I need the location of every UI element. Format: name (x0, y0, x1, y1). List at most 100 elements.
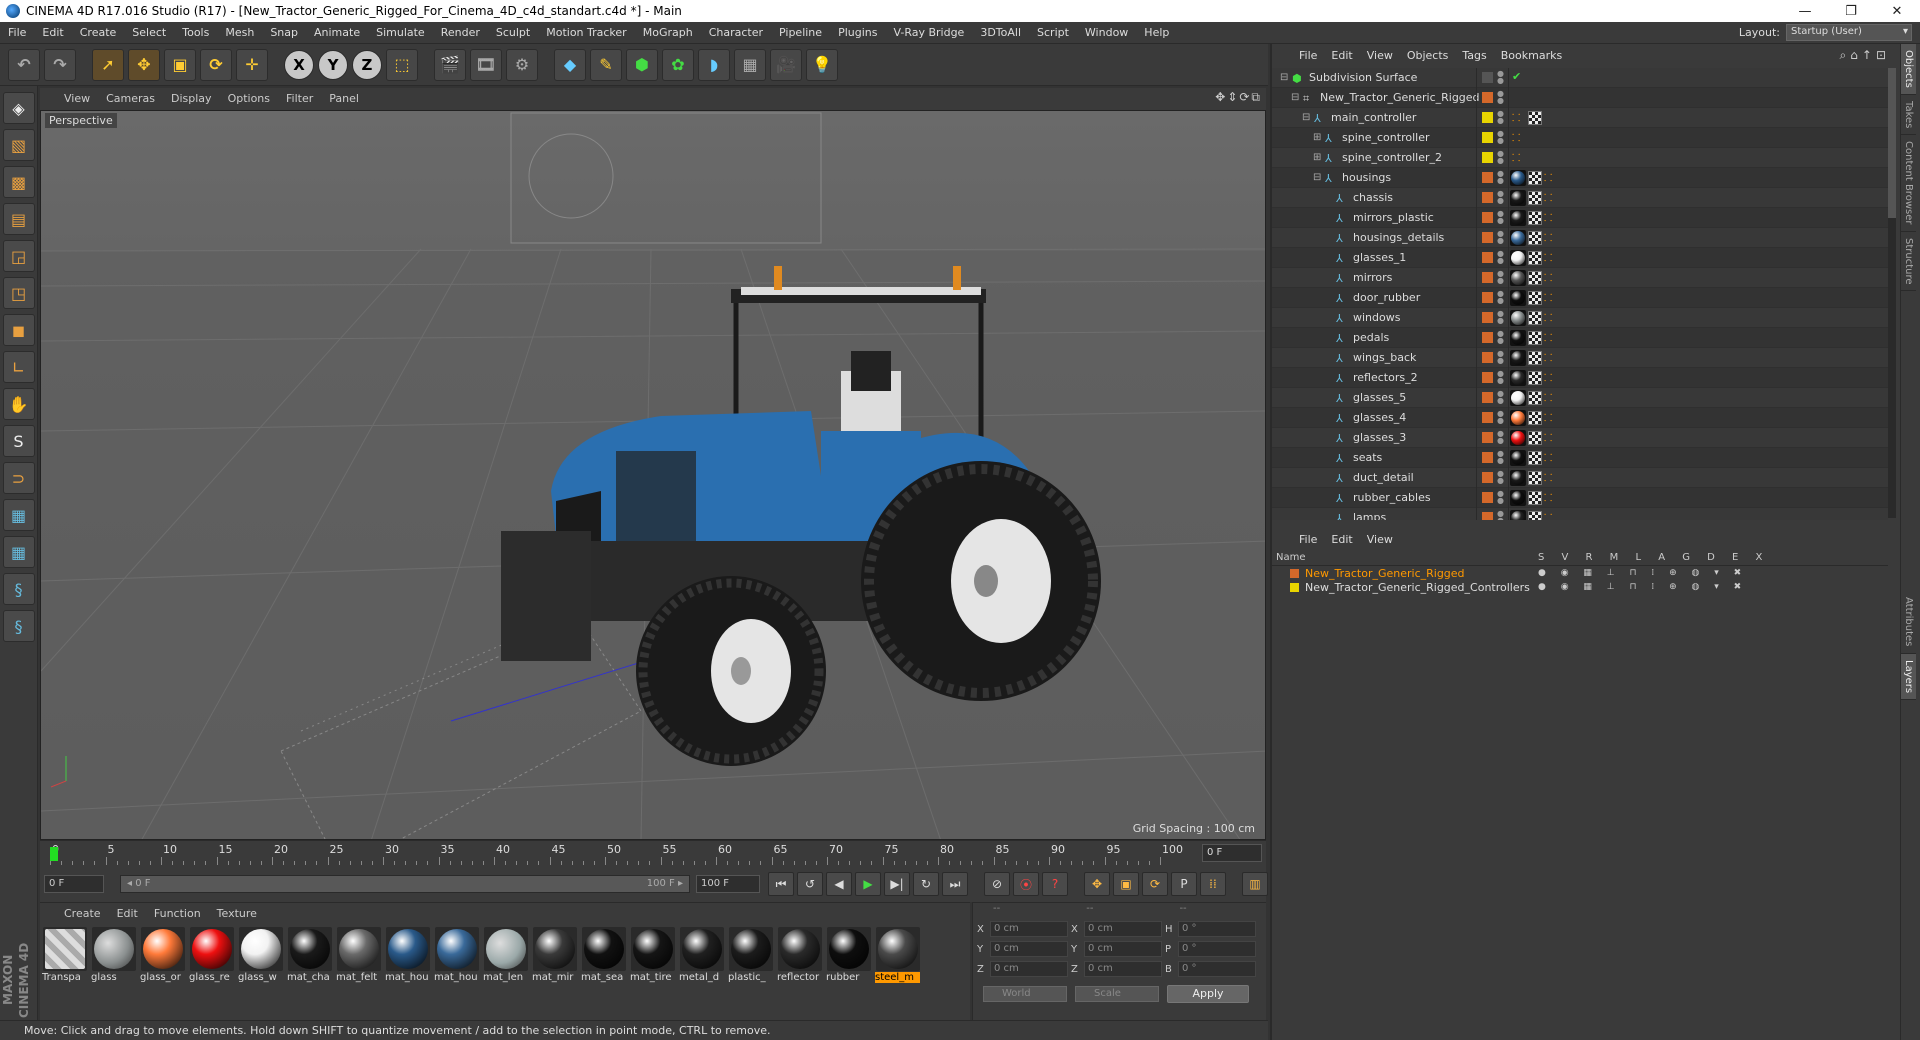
weight-tag-icon[interactable]: ⸬ (1544, 350, 1552, 364)
next-key-icon[interactable]: ↻ (913, 872, 939, 896)
object-menu-edit[interactable]: Edit (1324, 49, 1359, 62)
uvw-tag-icon[interactable] (1528, 271, 1542, 285)
play-icon[interactable]: ▶ (855, 872, 881, 896)
layer-menu-file[interactable]: File (1292, 533, 1324, 546)
visibility-dots[interactable]: ● ● (1497, 370, 1504, 385)
layer-color-swatch[interactable] (1482, 272, 1493, 283)
layer-color-swatch[interactable] (1482, 252, 1493, 263)
weight-tag-icon[interactable]: ⸬ (1544, 370, 1552, 384)
axis-mode-icon[interactable]: ∟ (2, 351, 35, 383)
layer-color-swatch[interactable] (1482, 72, 1493, 83)
object-menu-objects[interactable]: Objects (1400, 49, 1456, 62)
coord-value-field[interactable]: 0 ° (1178, 961, 1256, 977)
go-to-start-icon[interactable]: ⏮ (768, 872, 794, 896)
prev-key-icon[interactable]: ↺ (797, 872, 823, 896)
key-pla-icon[interactable]: ⁞⁞ (1200, 872, 1226, 896)
menu-mograph[interactable]: MoGraph (635, 26, 701, 39)
object-row[interactable]: ⊟ ⅄ housings ● ● ⸬ (1272, 168, 1888, 188)
uvw-tag-icon[interactable] (1528, 491, 1542, 505)
menu-script[interactable]: Script (1029, 26, 1077, 39)
visibility-dots[interactable]: ● ● (1497, 110, 1504, 125)
material-tag-icon[interactable] (1510, 230, 1526, 246)
layer-menu-edit[interactable]: Edit (1324, 533, 1359, 546)
coord-value-field[interactable]: 0 cm (1084, 961, 1162, 977)
material-tag-icon[interactable] (1510, 470, 1526, 486)
object-row[interactable]: ⅄ pedals ● ● ⸬ (1272, 328, 1888, 348)
ik-tag-icon[interactable]: ⸬ (1512, 130, 1520, 144)
layer-color-swatch[interactable] (1482, 172, 1493, 183)
texture-tag-icon[interactable] (1528, 111, 1542, 125)
visibility-dots[interactable]: ● ● (1497, 130, 1504, 145)
weight-tag-icon[interactable]: ⸬ (1544, 210, 1552, 224)
weight-tag-icon[interactable]: ⸬ (1544, 310, 1552, 324)
object-menu-view[interactable]: View (1360, 49, 1400, 62)
weight-tag-icon[interactable]: ⸬ (1544, 170, 1552, 184)
move-tool-icon[interactable]: ✥ (128, 48, 160, 81)
material-swatch[interactable]: Transpa (42, 927, 87, 983)
python-script-icon[interactable]: § (2, 610, 35, 642)
weight-tag-icon[interactable]: ⸬ (1544, 330, 1552, 344)
visibility-dots[interactable]: ● ● (1497, 170, 1504, 185)
timeline-window-icon[interactable]: ▥ (1242, 872, 1268, 896)
layer-color-swatch[interactable] (1482, 492, 1493, 503)
ik-tag-icon[interactable]: ⸬ (1512, 110, 1520, 124)
object-row[interactable]: ⅄ duct_detail ● ● ⸬ (1272, 468, 1888, 488)
menu-plugins[interactable]: Plugins (830, 26, 885, 39)
material-tag-icon[interactable] (1510, 350, 1526, 366)
visibility-dots[interactable]: ● ● (1497, 210, 1504, 225)
visibility-dots[interactable]: ● ● (1497, 250, 1504, 265)
layer-flag-icons[interactable]: ● ◉ ▦ ⊥ ⊓ ⁞ ⊕ ◍ ▾ ✖ (1538, 582, 1747, 592)
edges-mode-icon[interactable]: ◳ (2, 277, 35, 309)
object-menu-tags[interactable]: Tags (1455, 49, 1493, 62)
rotate-tool-icon[interactable]: ⟳ (200, 48, 232, 81)
material-swatch[interactable]: mat_mir (532, 927, 577, 983)
visibility-dots[interactable]: ● ● (1497, 390, 1504, 405)
x-axis-icon[interactable]: X (284, 49, 314, 80)
weight-tag-icon[interactable]: ⸬ (1544, 470, 1552, 484)
weight-tag-icon[interactable]: ⸬ (1544, 250, 1552, 264)
uvw-tag-icon[interactable] (1528, 171, 1542, 185)
texture-mode-icon[interactable]: ▩ (2, 166, 35, 198)
uvw-tag-icon[interactable] (1528, 471, 1542, 485)
menu-tools[interactable]: Tools (174, 26, 217, 39)
material-swatch[interactable]: mat_tire (630, 927, 675, 983)
autokey-icon[interactable]: ? (1042, 872, 1068, 896)
start-frame-field[interactable]: 0 F (44, 875, 104, 893)
material-tag-icon[interactable] (1510, 410, 1526, 426)
weight-tag-icon[interactable]: ⸬ (1544, 270, 1552, 284)
playhead[interactable] (50, 847, 58, 861)
menu-v-ray-bridge[interactable]: V-Ray Bridge (885, 26, 972, 39)
uvw-tag-icon[interactable] (1528, 451, 1542, 465)
object-row[interactable]: ⊟ ⌗ New_Tractor_Generic_Rigged ● ● (1272, 88, 1888, 108)
3d-viewport[interactable]: Perspective Grid Spacing : 100 cm (40, 110, 1266, 840)
viewport-camera-label[interactable]: Perspective (45, 113, 117, 128)
cloner-icon[interactable]: ✿ (662, 48, 694, 81)
object-row[interactable]: ⊞ ⅄ spine_controller ● ● ⸬ (1272, 128, 1888, 148)
layer-color-swatch[interactable] (1482, 232, 1493, 243)
record-position-icon[interactable]: ⊘ (984, 872, 1010, 896)
ik-tag-icon[interactable]: ⸬ (1512, 150, 1520, 164)
material-swatch[interactable]: mat_hou (434, 927, 479, 983)
render-settings-icon[interactable]: ⚙ (506, 48, 538, 81)
layer-color-swatch[interactable] (1482, 512, 1493, 520)
visibility-dots[interactable]: ● ● (1497, 490, 1504, 505)
material-tag-icon[interactable] (1510, 250, 1526, 266)
layer-row[interactable]: New_Tractor_Generic_Rigged ● ◉ ▦ ⊥ ⊓ ⁞ ⊕ … (1272, 566, 1888, 580)
uvw-tag-icon[interactable] (1528, 351, 1542, 365)
layer-color-swatch[interactable] (1482, 112, 1493, 123)
viewport-menu-panel[interactable]: Panel (321, 92, 367, 105)
material-tag-icon[interactable] (1510, 210, 1526, 226)
menu-animate[interactable]: Animate (306, 26, 368, 39)
redo-icon[interactable]: ↷ (44, 48, 76, 81)
coord-scale-dropdown[interactable]: Scale (1075, 986, 1159, 1002)
object-row[interactable]: ⅄ lamps ● ● ⸬ (1272, 508, 1888, 520)
next-frame-icon[interactable]: ▶| (884, 872, 910, 896)
material-tag-icon[interactable] (1510, 430, 1526, 446)
uvw-tag-icon[interactable] (1528, 371, 1542, 385)
maximize-button[interactable]: ❐ (1828, 0, 1874, 22)
render-picture-viewer-icon[interactable]: 🎞 (470, 48, 502, 81)
material-tag-icon[interactable] (1510, 310, 1526, 326)
layer-color-swatch[interactable] (1482, 92, 1493, 103)
object-row[interactable]: ⅄ door_rubber ● ● ⸬ (1272, 288, 1888, 308)
menu-simulate[interactable]: Simulate (368, 26, 433, 39)
